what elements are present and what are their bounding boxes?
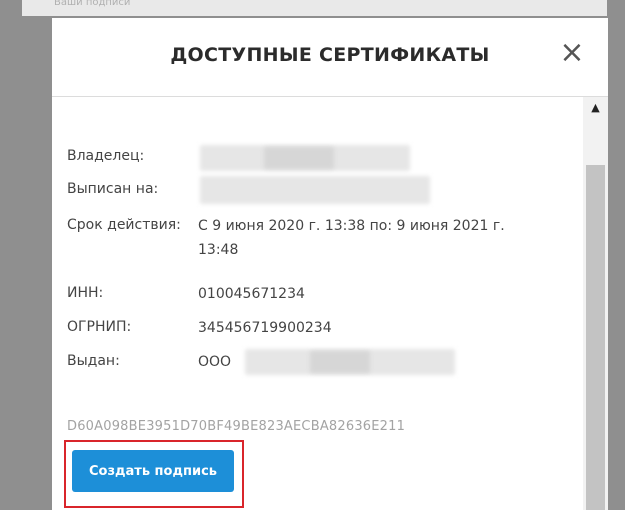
owner-value-redacted-block <box>264 147 334 169</box>
create-signature-button[interactable]: Создать подпись <box>72 450 234 492</box>
inn-label: ИНН: <box>67 285 104 301</box>
highlight-frame: Создать подпись <box>64 440 244 508</box>
modal-title: ДОСТУПНЫЕ СЕРТИФИКАТЫ <box>170 44 490 66</box>
scrollbar[interactable]: ▲ <box>583 97 608 510</box>
close-icon[interactable]: × <box>552 33 592 73</box>
certificates-modal: ДОСТУПНЫЕ СЕРТИФИКАТЫ × Владелец: Выписа… <box>52 18 608 510</box>
issued-to-label: Выписан на: <box>67 181 159 197</box>
background-strip: Ваши подписи <box>22 0 607 16</box>
issuer-label: Выдан: <box>67 353 120 369</box>
owner-label: Владелец: <box>67 148 145 164</box>
modal-header: ДОСТУПНЫЕ СЕРТИФИКАТЫ × <box>52 18 608 97</box>
ogrnip-value: 345456719900234 <box>198 320 332 336</box>
validity-label: Срок действия: <box>67 217 181 233</box>
issuer-value-redacted-block <box>310 351 370 373</box>
validity-value-line2: 13:48 <box>198 242 239 258</box>
certificate-thumbprint: D60A098BE3951D70BF49BE823AECBA82636E211 <box>67 419 406 434</box>
background-header-text: Ваши подписи <box>54 0 131 8</box>
validity-value-line1: С 9 июня 2020 г. 13:38 по: 9 июня 2021 г… <box>198 218 505 234</box>
scroll-thumb[interactable] <box>586 165 605 510</box>
inn-value: 010045671234 <box>198 286 305 302</box>
issuer-value: ООО <box>198 354 232 370</box>
certificate-details: Владелец: Выписан на: Срок действия: С 9… <box>52 97 577 510</box>
ogrnip-label: ОГРНИП: <box>67 319 132 335</box>
scroll-up-icon[interactable]: ▲ <box>583 97 608 119</box>
issued-to-value-redacted <box>200 176 430 204</box>
